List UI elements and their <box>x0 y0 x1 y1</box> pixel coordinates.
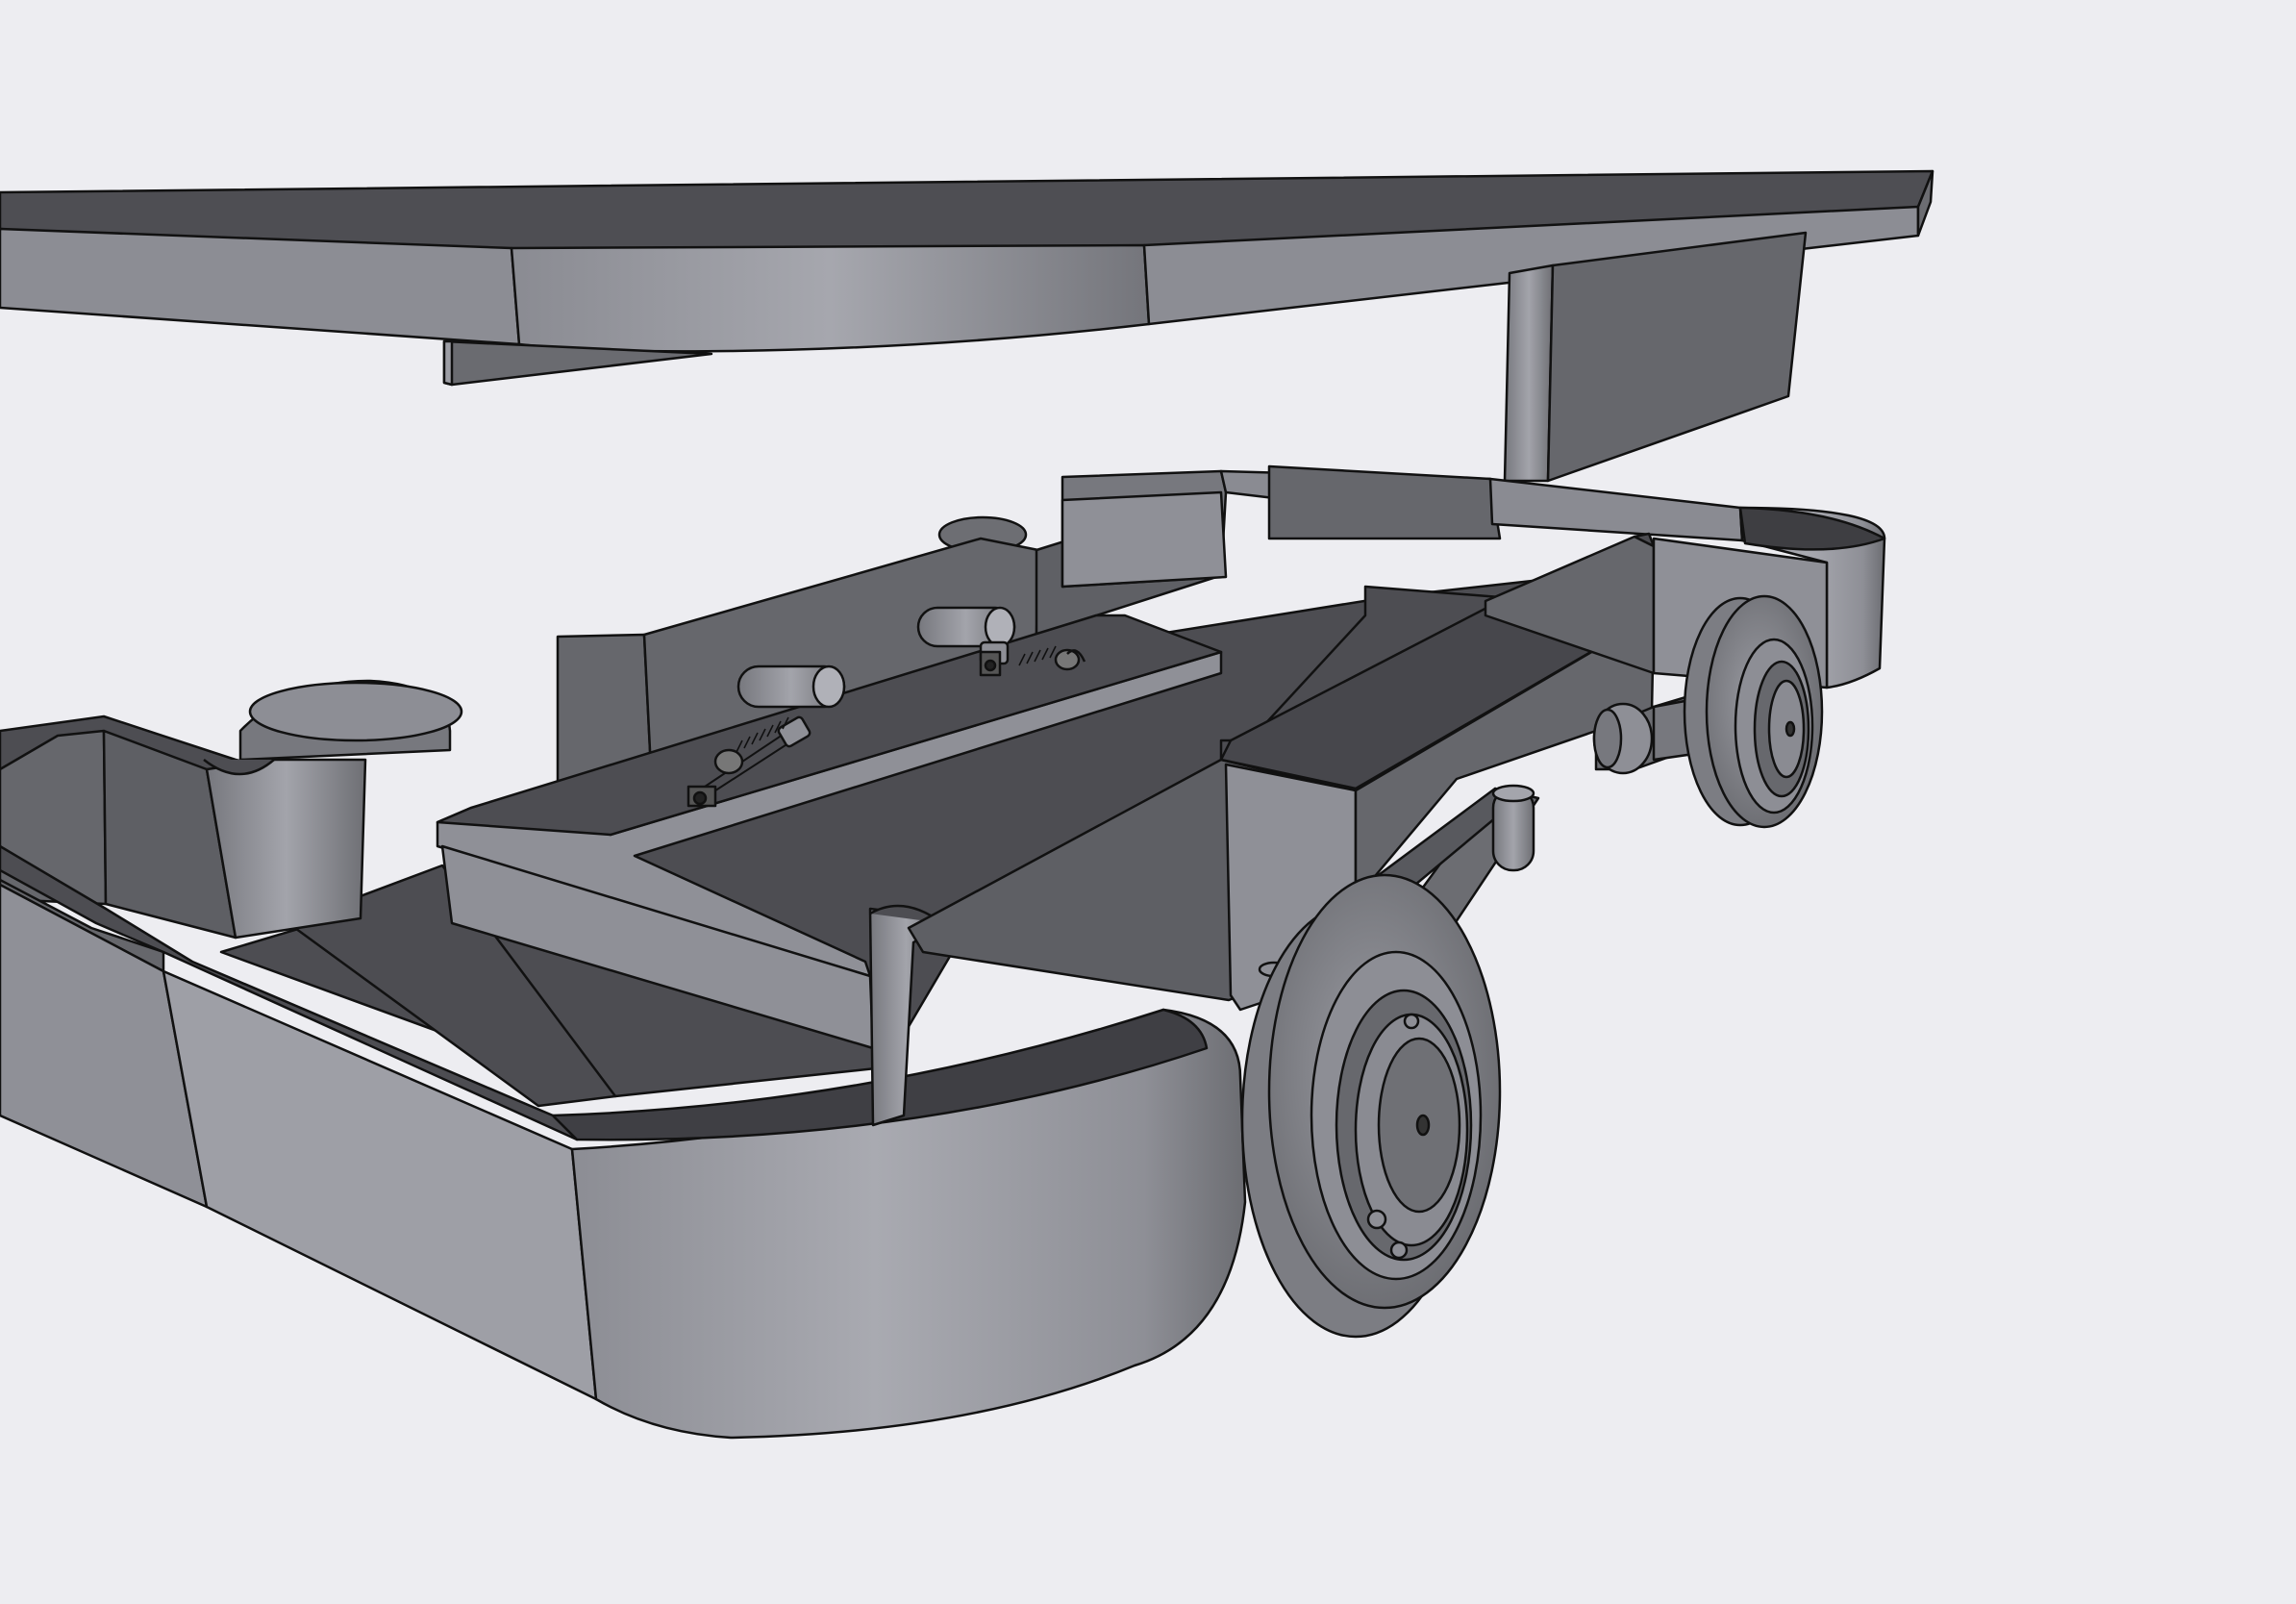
3d-viewport[interactable] <box>0 0 2296 1604</box>
model-view[interactable] <box>0 0 2296 1604</box>
deck-support[interactable] <box>1503 231 1808 483</box>
caster-wheel[interactable] <box>1683 594 1824 829</box>
